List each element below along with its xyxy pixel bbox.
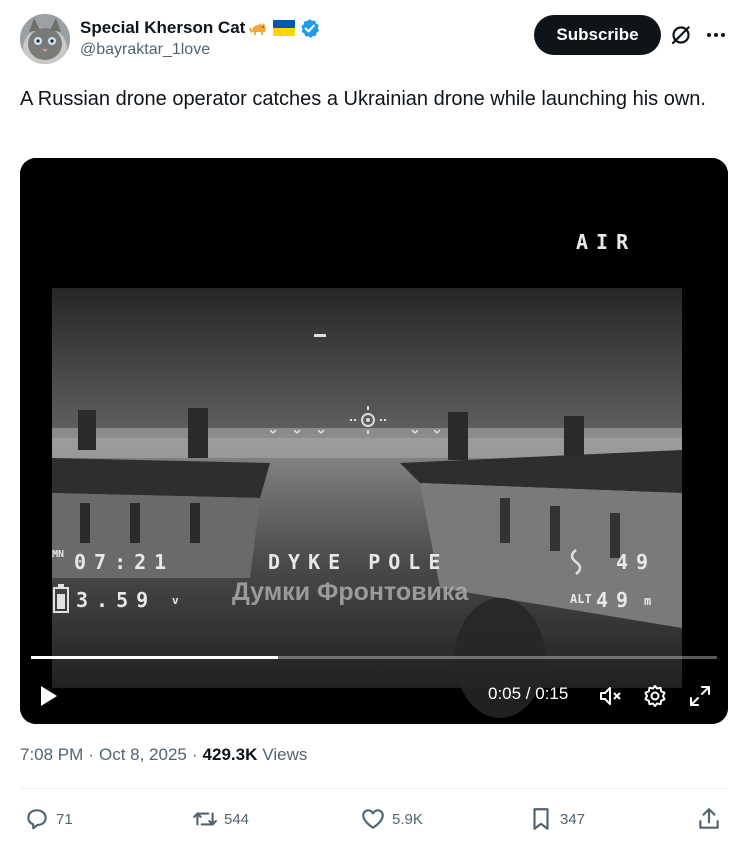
repost-icon [193,812,217,826]
heart-icon [362,809,384,829]
repost-count: 544 [224,810,250,828]
views-count: 429.3K [202,745,258,764]
tweet-actions: 71 544 5.9K 347 [20,802,728,838]
bookmark-icon [533,808,549,830]
settings-gear-icon[interactable] [643,684,667,708]
osd-satellites: 49 [616,550,657,574]
author-handle[interactable]: @bayraktar_1love [80,41,320,59]
share-button[interactable] [696,806,722,832]
video-progress-bar[interactable] [31,656,717,659]
fullscreen-icon[interactable] [688,684,712,708]
like-count: 5.9K [392,810,423,828]
video-progress-fill [31,656,278,659]
video-watermark: Думки Фронтовика [232,578,469,606]
divider [20,788,728,789]
reply-button[interactable]: 71 [24,806,73,832]
tweet-text: A Russian drone operator catches a Ukrai… [20,88,706,110]
osd-altitude: 49 [596,588,637,612]
bookmark-count: 347 [560,810,586,828]
verified-badge-icon[interactable] [299,18,320,39]
tweet-meta: 7:08 PM · Oct 8, 2025 · 429.3K Views [20,745,307,765]
video-controls: 0:05 / 0:15 [20,672,728,720]
bookmark-button[interactable]: 347 [528,806,585,832]
display-name[interactable]: Special Kherson Cat [80,18,245,38]
osd-timer-label: MN [52,549,65,560]
author-names: Special Kherson Cat @bayraktar_1love [80,17,320,59]
osd-timer: 07:21 [74,550,175,574]
reply-icon [27,809,47,830]
osd-alt-label: ALT [570,592,592,606]
tweet-header: Special Kherson Cat @bayraktar_1love Sub… [20,14,728,66]
osd-voltage-unit: v [172,594,179,607]
grok-icon[interactable] [670,24,692,46]
views-label: Views [262,745,308,764]
mute-icon[interactable] [598,684,622,708]
play-icon[interactable] [36,684,60,708]
share-icon [699,808,719,829]
avatar[interactable] [20,14,70,64]
meta-separator: · [191,745,198,764]
tweet-date[interactable]: Oct 8, 2025 [99,745,187,765]
osd-call-sign: DYKE POLE [268,550,449,574]
tweet-time[interactable]: 7:08 PM [20,745,83,765]
repost-button[interactable]: 544 [192,806,249,832]
osd-altitude-unit: m [644,594,652,608]
more-options-icon[interactable] [704,24,728,46]
meta-separator: · [88,745,94,764]
video-player[interactable]: AIR MN 07:21 DYKE POLE 49 3.59 v ALT 49 … [20,158,728,724]
subscribe-button[interactable]: Subscribe [534,15,661,55]
reply-count: 71 [56,810,73,828]
osd-mode: AIR [576,230,637,254]
video-time: 0:05 / 0:15 [488,684,569,703]
osd-voltage: 3.59 [76,588,157,612]
cat-emoji [249,18,269,38]
ukraine-flag-emoji [273,20,296,36]
like-button[interactable]: 5.9K [360,806,423,832]
